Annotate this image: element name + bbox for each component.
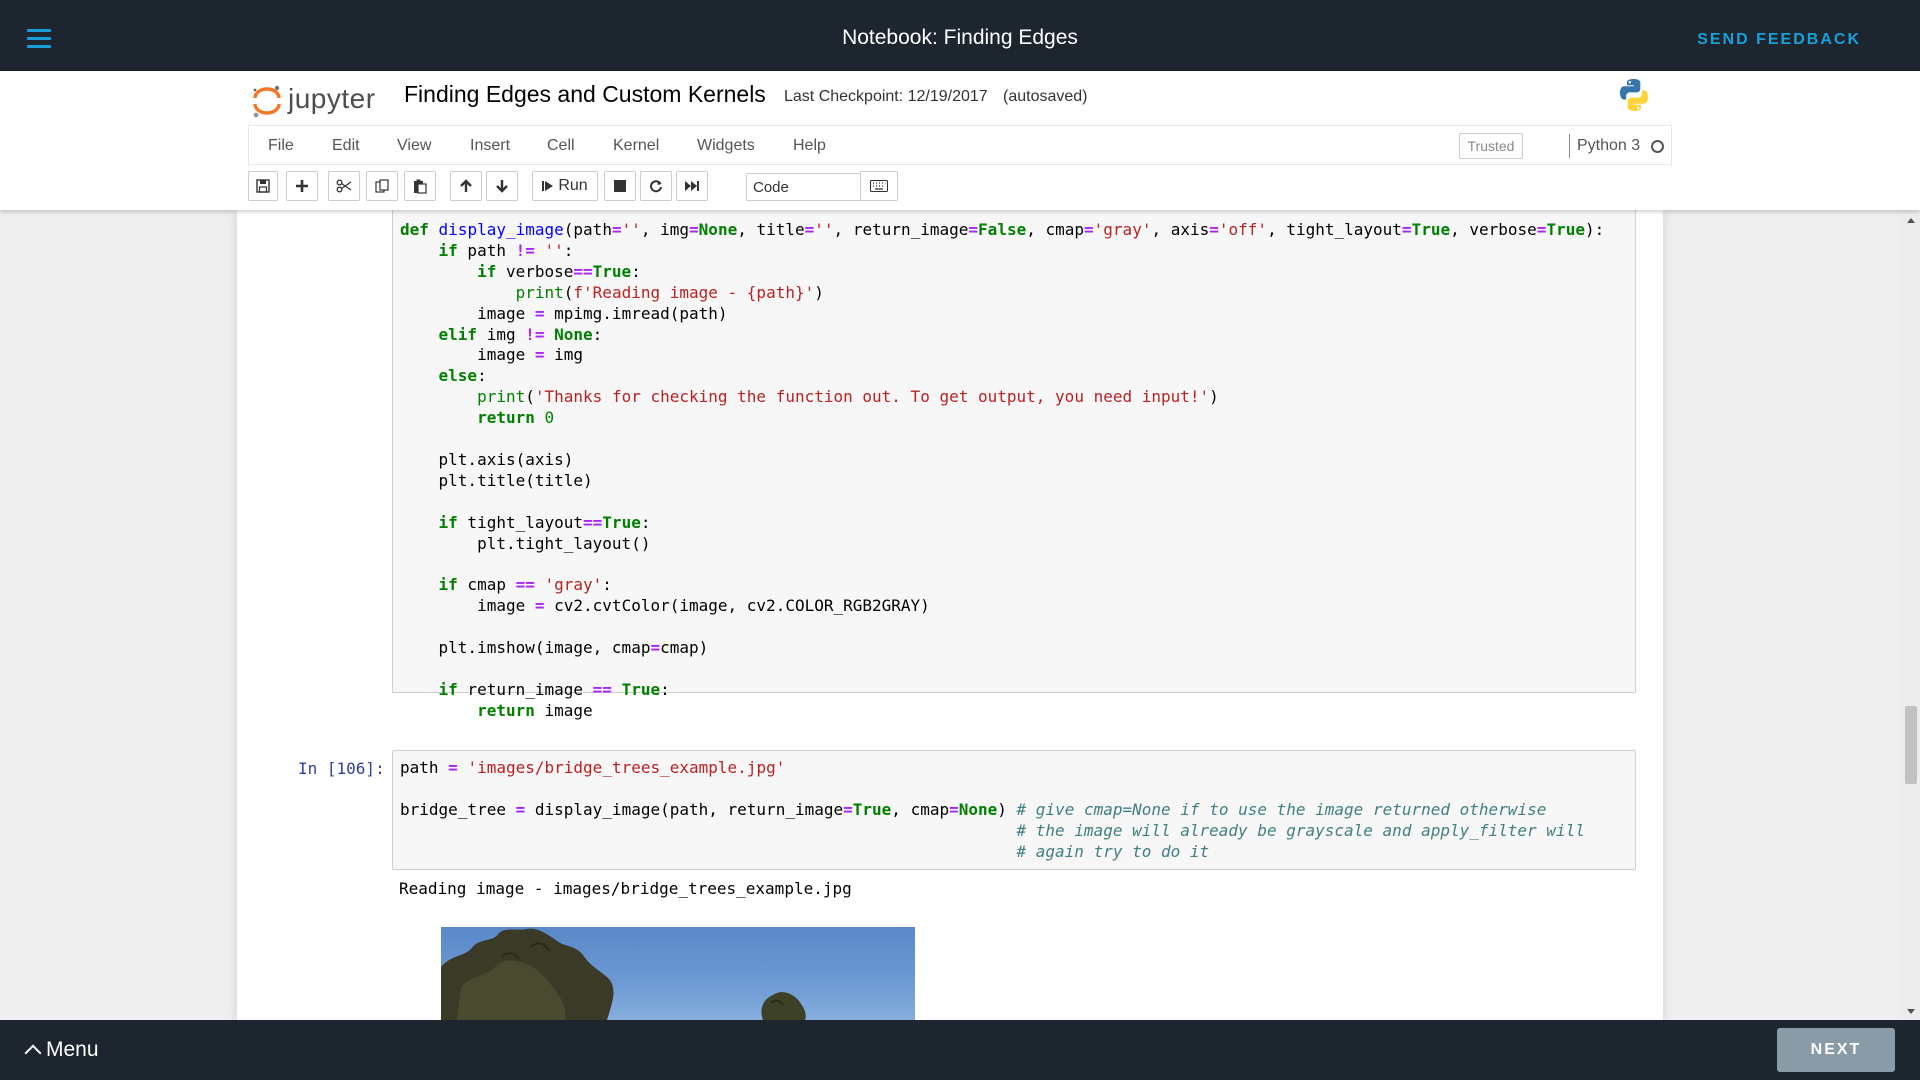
menu-view[interactable]: View [397, 137, 431, 155]
copy-icon [375, 179, 389, 193]
cell-prompt: In [106]: [298, 759, 385, 778]
notebook-name[interactable]: Finding Edges and Custom Kernels [404, 81, 766, 108]
plus-icon [296, 180, 308, 192]
save-button[interactable] [248, 171, 278, 201]
code-editor[interactable]: path = 'images/bridge_trees_example.jpg'… [400, 758, 1585, 863]
jupyter-wordmark: jupyter [288, 83, 376, 114]
code-cell-input[interactable]: def display_image(path='', img=None, tit… [392, 210, 1636, 720]
move-cell-up-button[interactable] [450, 171, 482, 201]
move-cell-down-button[interactable] [486, 171, 518, 201]
menu-edit[interactable]: Edit [332, 137, 360, 155]
cut-button[interactable] [328, 171, 360, 201]
menu-kernel[interactable]: Kernel [613, 137, 659, 155]
kernel-name[interactable]: Python 3 [1577, 137, 1640, 155]
cell-output-text: Reading image - images/bridge_trees_exam… [399, 879, 852, 898]
python-logo-icon [1616, 77, 1652, 113]
notebook-container: def display_image(path='', img=None, tit… [237, 210, 1663, 1020]
restart-run-all-button[interactable] [676, 171, 708, 201]
bottom-bar: Menu NEXT [0, 1020, 1920, 1080]
menu-file[interactable]: File [268, 137, 294, 155]
next-button[interactable]: NEXT [1777, 1028, 1895, 1072]
interrupt-kernel-button[interactable] [604, 171, 636, 201]
run-icon [542, 181, 554, 191]
run-label: Run [558, 177, 588, 194]
jupyter-logo-icon [252, 84, 282, 118]
code-cell-input[interactable]: path = 'images/bridge_trees_example.jpg'… [392, 750, 1636, 870]
menu-insert[interactable]: Insert [470, 137, 510, 155]
copy-button[interactable] [366, 171, 398, 201]
arrow-down-icon [496, 180, 508, 193]
scroll-down-icon[interactable] [1907, 1009, 1915, 1014]
notebook-area: def display_image(path='', img=None, tit… [0, 210, 1920, 1020]
cell-type-value: Code [753, 179, 789, 196]
kernel-separator [1569, 134, 1570, 158]
menu-bar: File Edit View Insert Cell Kernel Widget… [248, 125, 1672, 165]
scrollbar[interactable] [1902, 210, 1920, 1020]
top-bar: Notebook: Finding Edges SEND FEEDBACK [0, 0, 1920, 71]
last-checkpoint: Last Checkpoint: 12/19/2017 [784, 88, 988, 105]
page-title: Notebook: Finding Edges [842, 26, 1078, 49]
arrow-up-icon [460, 179, 472, 192]
restart-icon [650, 180, 662, 193]
jupyter-header: jupyter Finding Edges and Custom Kernels… [0, 71, 1920, 210]
menu-help[interactable]: Help [793, 137, 826, 155]
code-editor[interactable]: def display_image(path='', img=None, tit… [400, 220, 1604, 722]
jupyter-logo[interactable]: jupyter [252, 79, 376, 119]
chevron-up-icon [24, 1044, 42, 1062]
scrollbar-thumb[interactable] [1905, 706, 1917, 784]
menu-button[interactable]: Menu [24, 1038, 99, 1062]
paste-icon [414, 179, 427, 194]
trusted-indicator[interactable]: Trusted [1459, 133, 1523, 159]
restart-kernel-button[interactable] [640, 171, 672, 201]
kernel-status-icon [1651, 140, 1664, 153]
send-feedback-link[interactable]: SEND FEEDBACK [1697, 31, 1861, 49]
paste-button[interactable] [404, 171, 436, 201]
scroll-up-icon[interactable] [1907, 218, 1915, 223]
scissors-icon [336, 179, 352, 193]
insert-cell-button[interactable] [286, 171, 318, 201]
keyboard-icon [870, 180, 888, 192]
run-button[interactable]: Run [532, 171, 598, 201]
fast-forward-icon [685, 181, 699, 191]
autosave-status: (autosaved) [1003, 88, 1088, 105]
command-palette-button[interactable] [860, 171, 898, 201]
output-image [441, 927, 915, 1020]
save-icon [256, 179, 270, 193]
menu-widgets[interactable]: Widgets [697, 137, 755, 155]
menu-cell[interactable]: Cell [547, 137, 575, 155]
stop-icon [614, 180, 626, 192]
menu-label: Menu [46, 1038, 99, 1061]
